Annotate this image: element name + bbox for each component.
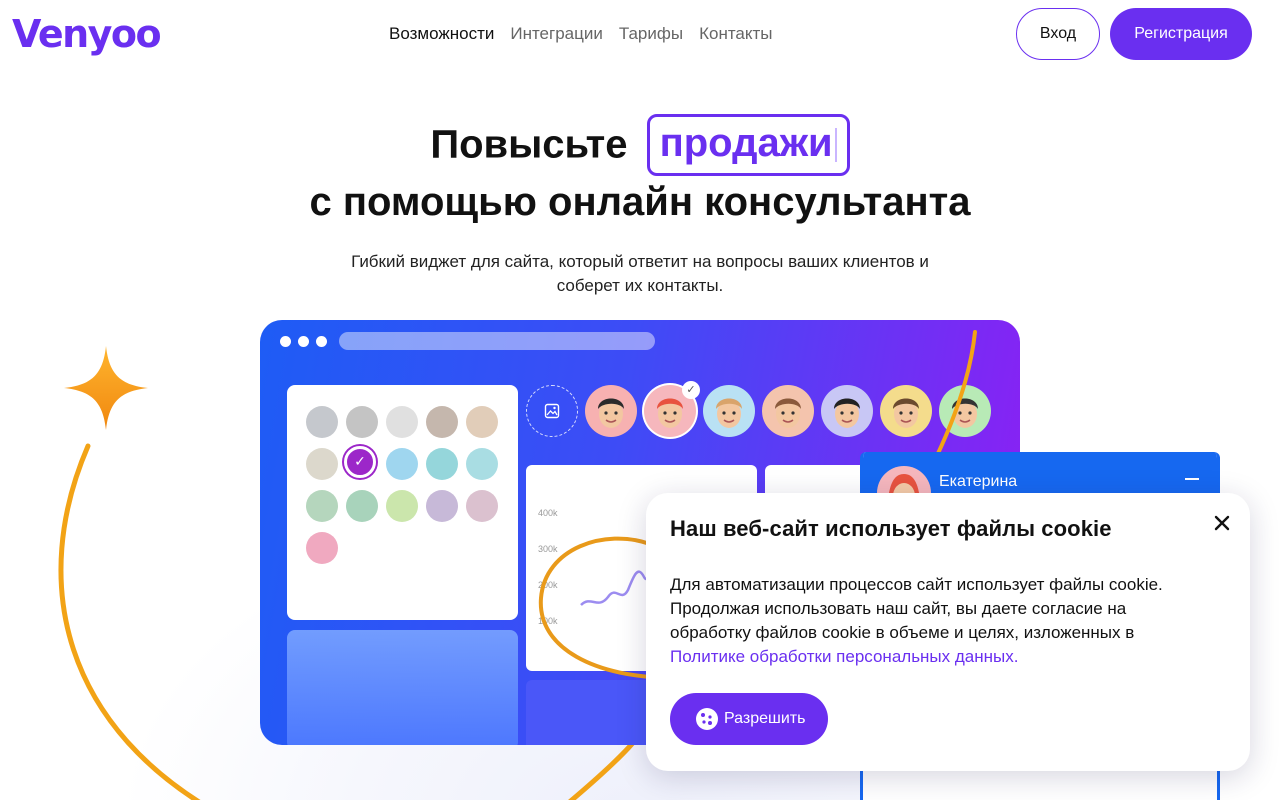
color-swatch[interactable] (386, 490, 418, 522)
nav-item-integrations[interactable]: Интеграции (510, 24, 603, 44)
color-palette-card (287, 385, 518, 620)
cookie-icon (696, 708, 718, 730)
color-swatch[interactable] (306, 532, 338, 564)
cookie-title: Наш веб-сайт использует файлы cookie (670, 516, 1112, 541)
color-swatch[interactable] (386, 448, 418, 480)
image-upload-button[interactable] (526, 385, 578, 437)
nav-item-contacts[interactable]: Контакты (699, 24, 772, 44)
color-swatch[interactable] (386, 406, 418, 438)
hero-title-line2: с помощью онлайн консультанта (309, 180, 971, 224)
color-swatch[interactable] (466, 448, 498, 480)
url-bar (339, 332, 655, 350)
color-swatch[interactable] (466, 406, 498, 438)
color-swatch[interactable] (426, 448, 458, 480)
color-swatch[interactable] (426, 490, 458, 522)
color-swatch[interactable] (306, 448, 338, 480)
cookie-text: Для автоматизации процессов сайт использ… (670, 573, 1210, 669)
venyoo-logo[interactable]: Venyoo (12, 12, 162, 56)
preview-card (287, 630, 518, 745)
agent-name: Екатерина (939, 473, 1018, 490)
hero-title-highlight-box: продажи (646, 114, 850, 176)
privacy-policy-link[interactable]: Политике обработки персональных данных. (670, 647, 1018, 666)
color-swatch[interactable] (344, 446, 376, 478)
color-swatch[interactable] (426, 406, 458, 438)
chart-tick: 400k (538, 508, 558, 518)
sparkle-icon (64, 346, 148, 430)
color-swatch[interactable] (306, 490, 338, 522)
nav-item-features[interactable]: Возможности (389, 24, 494, 44)
signup-button[interactable]: Регистрация (1110, 8, 1252, 60)
nav-item-pricing[interactable]: Тарифы (619, 24, 683, 44)
close-icon[interactable] (1210, 511, 1234, 535)
color-swatch[interactable] (346, 406, 378, 438)
color-swatch[interactable] (466, 490, 498, 522)
hero-title-line1: Повысьте продажи (0, 114, 1280, 176)
main-nav: Возможности Интеграции Тарифы Контакты (389, 24, 773, 44)
avatar-option[interactable] (585, 385, 637, 437)
window-dots (280, 336, 327, 347)
minimize-icon[interactable] (1185, 478, 1199, 480)
selected-check-icon: ✓ (682, 381, 700, 399)
allow-label: Разрешить (724, 710, 806, 727)
allow-cookies-button[interactable]: Разрешить (670, 693, 828, 745)
avatar-option[interactable] (703, 385, 755, 437)
image-icon (544, 403, 560, 419)
hero-subtitle: Гибкий виджет для сайта, который ответит… (351, 252, 929, 295)
hero-title-prefix: Повысьте (430, 122, 628, 167)
avatar-option[interactable] (821, 385, 873, 437)
color-swatch[interactable] (346, 490, 378, 522)
cookie-body: Для автоматизации процессов сайт использ… (670, 575, 1163, 642)
cookie-consent-modal: Наш веб-сайт использует файлы cookie Для… (646, 493, 1250, 771)
hero-title-highlight: продажи (659, 121, 833, 165)
color-swatch[interactable] (306, 406, 338, 438)
typing-caret (834, 128, 837, 163)
login-button[interactable]: Вход (1016, 8, 1100, 60)
avatar-option[interactable] (762, 385, 814, 437)
